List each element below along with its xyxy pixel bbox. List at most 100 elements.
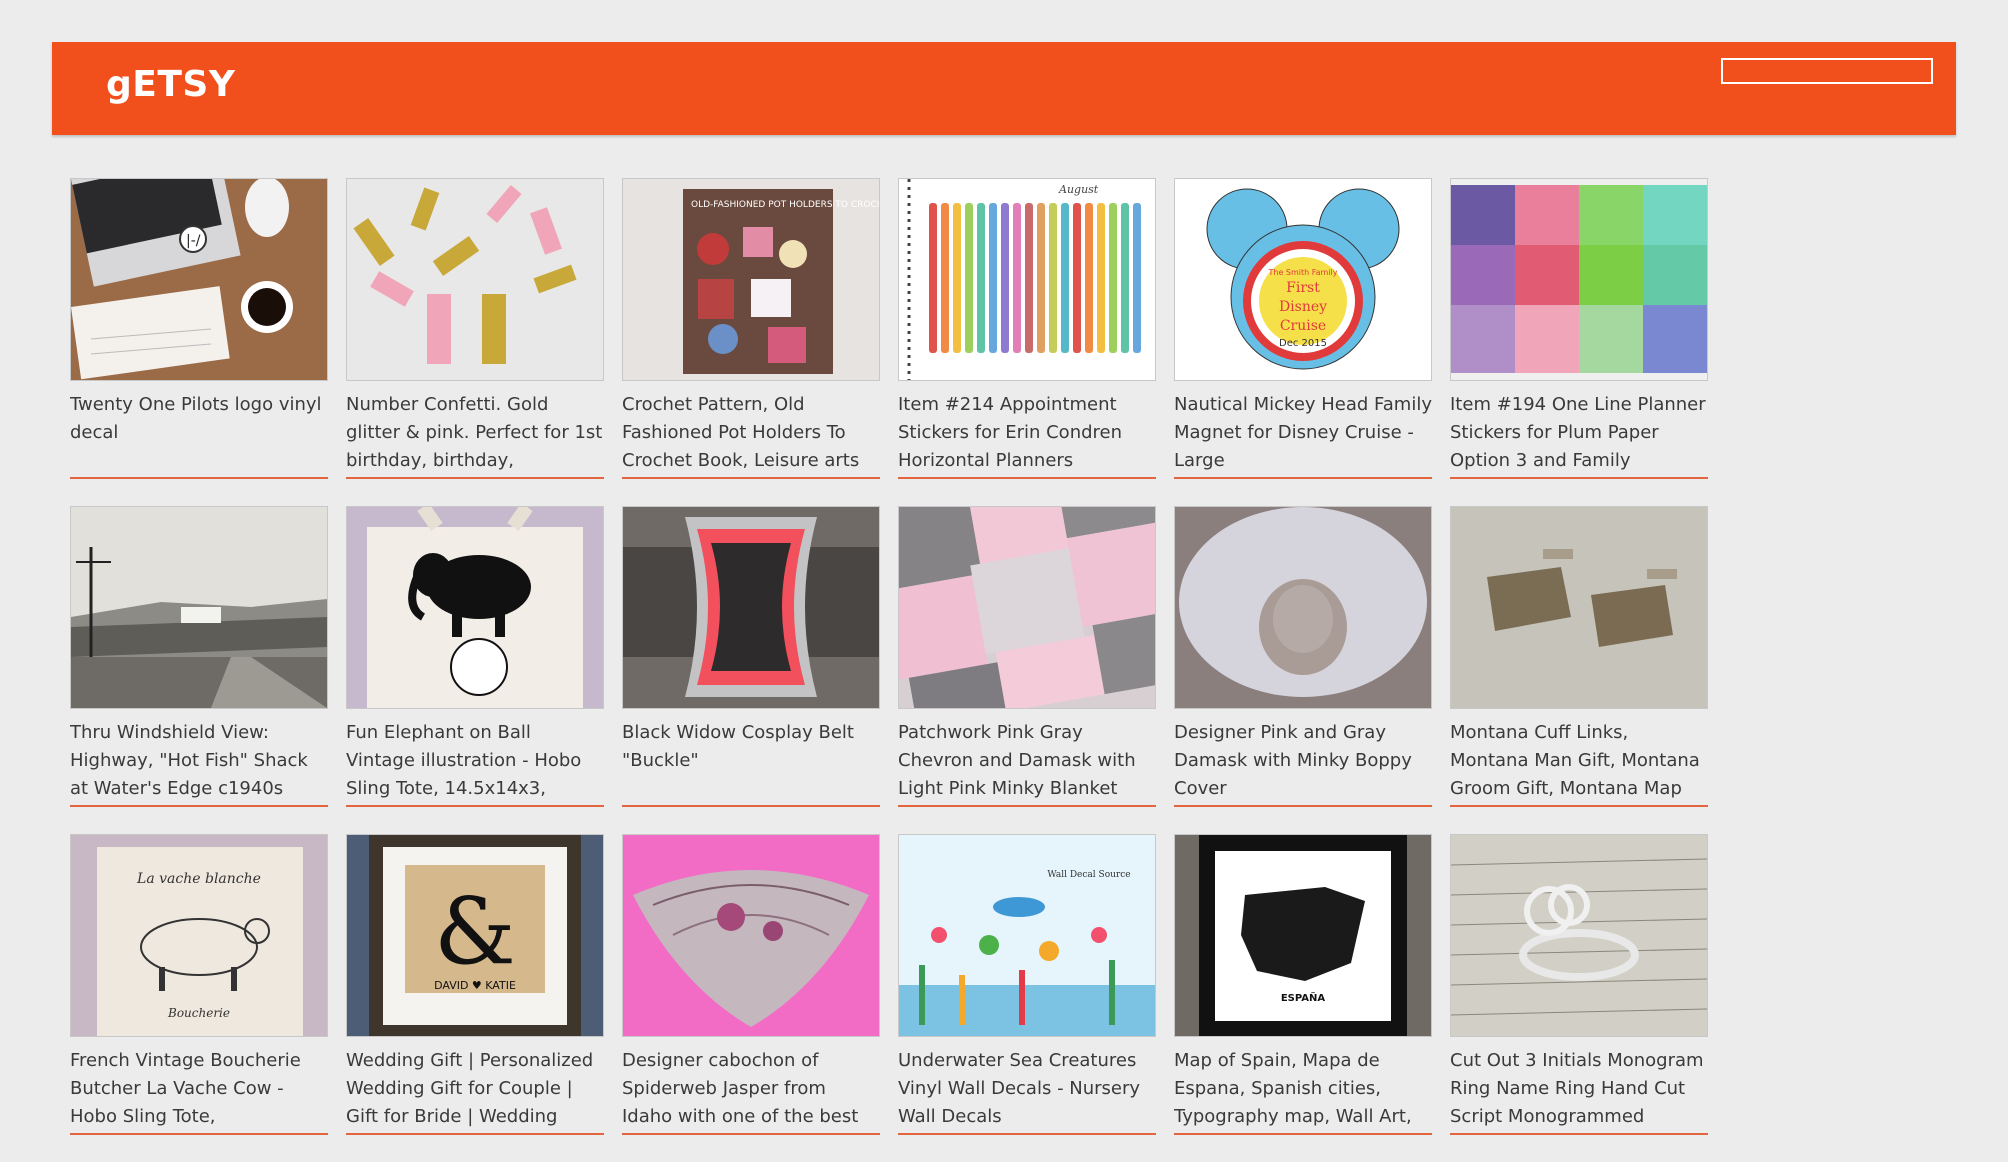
svg-text:Wall Decal Source: Wall Decal Source	[1047, 870, 1130, 880]
number-confetti-photo[interactable]	[346, 178, 604, 381]
planner-sticker-strip	[1121, 203, 1129, 353]
listing-title[interactable]: Designer Pink and Gray Damask with Minky…	[1174, 719, 1432, 803]
listing-title[interactable]: Crochet Pattern, Old Fashioned Pot Holde…	[622, 391, 880, 475]
listing-title[interactable]: Patchwork Pink Gray Chevron and Damask w…	[898, 719, 1156, 803]
listing-card[interactable]: Designer Pink and Gray Damask with Minky…	[1174, 506, 1432, 834]
planner-sticker-strip	[977, 203, 985, 353]
monogram-ring-photo[interactable]	[1450, 834, 1708, 1037]
listing-title[interactable]: Black Widow Cosplay Belt "Buckle"	[622, 719, 880, 803]
ampersand-frame-photo[interactable]: & DAVID ♥ KATIE	[346, 834, 604, 1037]
divider	[346, 805, 604, 807]
patchwork-blanket-photo[interactable]	[898, 506, 1156, 709]
listing-card[interactable]: The Smith Family First Disney Cruise Dec…	[1174, 178, 1432, 506]
listing-card[interactable]: ESPAÑA Map of Spain, Mapa de Espana, Spa…	[1174, 834, 1432, 1162]
listing-card[interactable]: Patchwork Pink Gray Chevron and Damask w…	[898, 506, 1156, 834]
listing-title[interactable]: Wedding Gift | Personalized Wedding Gift…	[346, 1047, 604, 1131]
cufflinks-photo[interactable]	[1450, 506, 1708, 709]
planner-sticker-strip	[1133, 203, 1141, 353]
svg-text:Dec 2015: Dec 2015	[1279, 338, 1327, 349]
planner-sticker-strip	[1025, 203, 1033, 353]
listing-title[interactable]: Item #214 Appointment Stickers for Erin …	[898, 391, 1156, 475]
listing-title[interactable]: Fun Elephant on Ball Vintage illustratio…	[346, 719, 604, 803]
book-cover-text: OLD-FASHIONED POT HOLDERS TO CROCHET	[691, 200, 879, 210]
listing-card[interactable]: |-/ Twenty One Pilots logo vinyl decal	[70, 178, 328, 506]
svg-text:ESPAÑA: ESPAÑA	[1281, 991, 1326, 1004]
planner-sticker-strip	[1061, 203, 1069, 353]
listing-card[interactable]: Wall Decal Source Underwater Sea Creatur…	[898, 834, 1156, 1162]
belt-buckle-photo[interactable]	[622, 506, 880, 709]
listing-card[interactable]: & DAVID ♥ KATIE Wedding Gift | Personali…	[346, 834, 604, 1162]
vintage-highway-photo[interactable]	[70, 506, 328, 709]
boppy-cover-photo[interactable]	[1174, 506, 1432, 709]
listing-title[interactable]: French Vintage Boucherie Butcher La Vach…	[70, 1047, 328, 1131]
svg-text:Cruise: Cruise	[1280, 318, 1326, 334]
listing-title[interactable]: Item #194 One Line Planner Stickers for …	[1450, 391, 1708, 475]
listing-card[interactable]: Black Widow Cosplay Belt "Buckle"	[622, 506, 880, 834]
planner-sticker-strip	[1085, 203, 1093, 353]
svg-text:La vache blanche: La vache blanche	[136, 871, 261, 887]
svg-text:August: August	[1058, 183, 1099, 196]
listing-card[interactable]: La vache blanche Boucherie French Vintag…	[70, 834, 328, 1162]
listing-card[interactable]: OLD-FASHIONED POT HOLDERS TO CROCHET Cro…	[622, 178, 880, 506]
listing-title[interactable]: Map of Spain, Mapa de Espana, Spanish ci…	[1174, 1047, 1432, 1131]
planner-sticker-strip	[941, 203, 949, 353]
divider	[898, 1133, 1156, 1135]
planner-sticker-strip	[1037, 203, 1045, 353]
planner-sticker-strip	[953, 203, 961, 353]
mickey-magnet-photo[interactable]: The Smith Family First Disney Cruise Dec…	[1174, 178, 1432, 381]
divider	[622, 805, 880, 807]
svg-text:&: &	[434, 878, 516, 985]
svg-text:Boucherie: Boucherie	[167, 1006, 230, 1020]
divider	[70, 477, 328, 479]
divider	[346, 1133, 604, 1135]
svg-text:|-/: |-/	[186, 233, 201, 249]
divider	[898, 477, 1156, 479]
listing-title[interactable]: Nautical Mickey Head Family Magnet for D…	[1174, 391, 1432, 475]
listing-card[interactable]: Thru Windshield View: Highway, "Hot Fish…	[70, 506, 328, 834]
site-header: gETSY	[52, 42, 1956, 135]
planner-sticker-strip	[1001, 203, 1009, 353]
cow-tote-photo[interactable]: La vache blanche Boucherie	[70, 834, 328, 1037]
divider	[1450, 477, 1708, 479]
planner-sticker-strip	[929, 203, 937, 353]
divider	[1174, 477, 1432, 479]
svg-text:First: First	[1286, 280, 1320, 296]
listing-title[interactable]: Cut Out 3 Initials Monogram Ring Name Ri…	[1450, 1047, 1708, 1131]
planner-sticker-strip	[1097, 203, 1105, 353]
divider	[1450, 1133, 1708, 1135]
listing-title[interactable]: Thru Windshield View: Highway, "Hot Fish…	[70, 719, 328, 803]
spain-map-photo[interactable]: ESPAÑA	[1174, 834, 1432, 1037]
planner-stickers-photo[interactable]: August	[898, 178, 1156, 381]
divider	[346, 477, 604, 479]
crochet-book-photo[interactable]: OLD-FASHIONED POT HOLDERS TO CROCHET	[622, 178, 880, 381]
elephant-tote-photo[interactable]	[346, 506, 604, 709]
svg-text:DAVID ♥ KATIE: DAVID ♥ KATIE	[434, 979, 516, 992]
listing-grid: |-/ Twenty One Pilots logo vinyl decal N…	[70, 178, 1708, 1162]
planner-sticker-strip	[1049, 203, 1057, 353]
listing-title[interactable]: Number Confetti. Gold glitter & pink. Pe…	[346, 391, 604, 475]
planner-sticker-strip	[965, 203, 973, 353]
listing-card[interactable]: Number Confetti. Gold glitter & pink. Pe…	[346, 178, 604, 506]
listing-title[interactable]: Twenty One Pilots logo vinyl decal	[70, 391, 328, 475]
divider	[898, 805, 1156, 807]
listing-card[interactable]: Montana Cuff Links, Montana Man Gift, Mo…	[1450, 506, 1708, 834]
divider	[1174, 805, 1432, 807]
listing-title[interactable]: Montana Cuff Links, Montana Man Gift, Mo…	[1450, 719, 1708, 803]
divider	[70, 1133, 328, 1135]
search-input[interactable]	[1721, 58, 1933, 84]
color-swatch-stickers-photo[interactable]	[1450, 178, 1708, 381]
planner-sticker-strip	[989, 203, 997, 353]
listing-title[interactable]: Designer cabochon of Spiderweb Jasper fr…	[622, 1047, 880, 1131]
sea-decals-photo[interactable]: Wall Decal Source	[898, 834, 1156, 1037]
planner-sticker-strip	[1073, 203, 1081, 353]
listing-card[interactable]: August Item #214 Appointment Stickers fo…	[898, 178, 1156, 506]
jasper-cabochon-photo[interactable]	[622, 834, 880, 1037]
listing-card[interactable]: Fun Elephant on Ball Vintage illustratio…	[346, 506, 604, 834]
listing-card[interactable]: Cut Out 3 Initials Monogram Ring Name Ri…	[1450, 834, 1708, 1162]
listing-title[interactable]: Underwater Sea Creatures Vinyl Wall Deca…	[898, 1047, 1156, 1131]
site-logo[interactable]: gETSY	[106, 64, 235, 105]
divider	[1450, 805, 1708, 807]
listing-card[interactable]: Item #194 One Line Planner Stickers for …	[1450, 178, 1708, 506]
laptop-desk-photo[interactable]: |-/	[70, 178, 328, 381]
listing-card[interactable]: Designer cabochon of Spiderweb Jasper fr…	[622, 834, 880, 1162]
